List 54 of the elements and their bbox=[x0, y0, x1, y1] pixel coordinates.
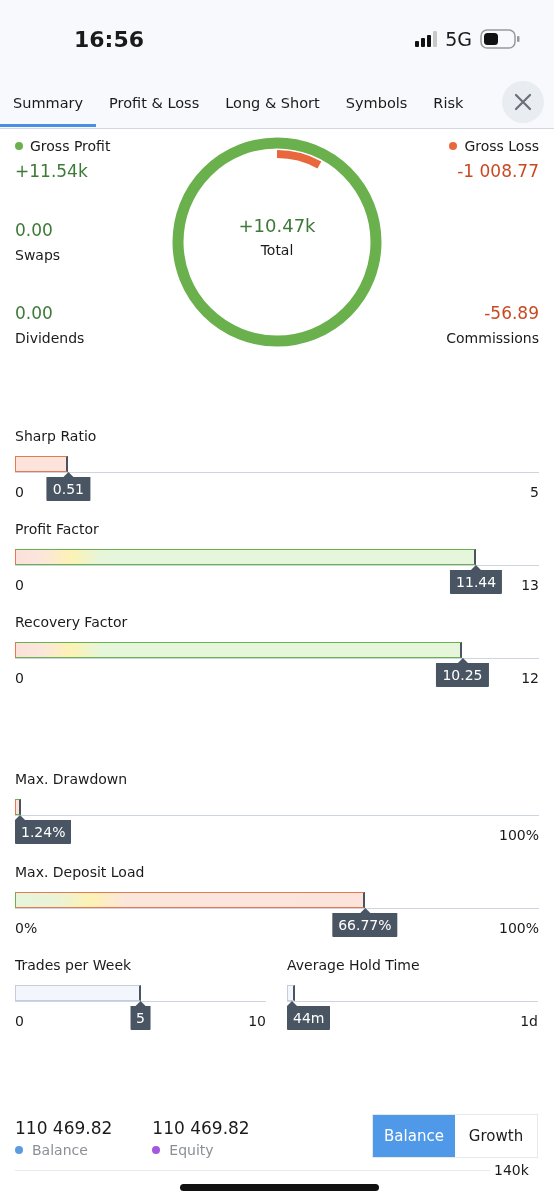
legend-label: Equity bbox=[169, 1141, 214, 1160]
gross-loss-label: Gross Loss bbox=[464, 137, 539, 156]
value-tooltip: 5 bbox=[130, 1001, 151, 1030]
tab[interactable]: Profit & Loss bbox=[96, 78, 213, 127]
network-label: 5G bbox=[445, 28, 472, 50]
scale-max: 100% bbox=[498, 919, 539, 938]
scale-min: 0% bbox=[15, 919, 38, 938]
legend-value: 110 469.82 bbox=[15, 1117, 113, 1140]
metric-label: Sharp Ratio bbox=[15, 427, 98, 446]
metric-label: Average Hold Time bbox=[287, 956, 421, 975]
metric-label: Recovery Factor bbox=[15, 613, 129, 632]
gross-profit-label: Gross Profit bbox=[30, 137, 111, 156]
total-label: Total bbox=[260, 241, 294, 258]
scale-max: 100% bbox=[498, 826, 539, 845]
scale-max: 1d bbox=[520, 1012, 538, 1031]
close-button[interactable] bbox=[502, 81, 544, 123]
value-tooltip: 44m bbox=[287, 1001, 331, 1030]
battery-icon bbox=[480, 29, 520, 49]
stat-label: Commissions bbox=[446, 329, 539, 348]
tab[interactable]: Summary bbox=[0, 78, 97, 127]
tab[interactable]: Long & Short bbox=[212, 78, 333, 127]
stat-label: Dividends bbox=[15, 329, 86, 348]
signal-icon bbox=[415, 31, 438, 47]
gross-profit-value: +11.54k bbox=[15, 160, 89, 182]
legend-label: Balance bbox=[32, 1141, 88, 1160]
stat-label: Swaps bbox=[15, 246, 62, 265]
scale-min: 0 bbox=[15, 483, 24, 502]
tab[interactable]: Symbols bbox=[332, 78, 421, 127]
scale-min: 0 bbox=[15, 669, 24, 688]
value-tooltip: 0.51 bbox=[46, 472, 90, 501]
axis-label: 140k bbox=[493, 1162, 530, 1178]
legend-value: 110 469.82 bbox=[152, 1117, 250, 1140]
stat-value: 0.00 bbox=[15, 302, 54, 324]
scale-max: 10 bbox=[248, 1012, 266, 1031]
metric-label: Profit Factor bbox=[15, 520, 100, 539]
gross-loss-value: -1 008.77 bbox=[457, 160, 539, 182]
value-tooltip: 66.77% bbox=[332, 908, 398, 937]
metric-label: Trades per Week bbox=[15, 956, 133, 975]
total-value: +10.47k bbox=[238, 214, 316, 236]
scale-min: 0 bbox=[15, 1012, 24, 1031]
stat-value: -56.89 bbox=[484, 302, 539, 324]
close-icon bbox=[514, 93, 532, 111]
scale-max: 5 bbox=[530, 483, 539, 502]
value-tooltip: 1.24% bbox=[15, 815, 72, 844]
scale-min: 0 bbox=[15, 576, 24, 595]
scale-max: 13 bbox=[521, 576, 539, 595]
stat-value: 0.00 bbox=[15, 219, 54, 241]
value-tooltip: 10.25 bbox=[436, 658, 489, 687]
metric-label: Max. Deposit Load bbox=[15, 863, 146, 882]
metric-label: Max. Drawdown bbox=[15, 770, 129, 789]
tab[interactable]: Risk bbox=[420, 78, 477, 127]
scale-max: 12 bbox=[521, 669, 539, 688]
status-time: 16:56 bbox=[74, 26, 146, 52]
value-tooltip: 11.44 bbox=[450, 565, 503, 594]
